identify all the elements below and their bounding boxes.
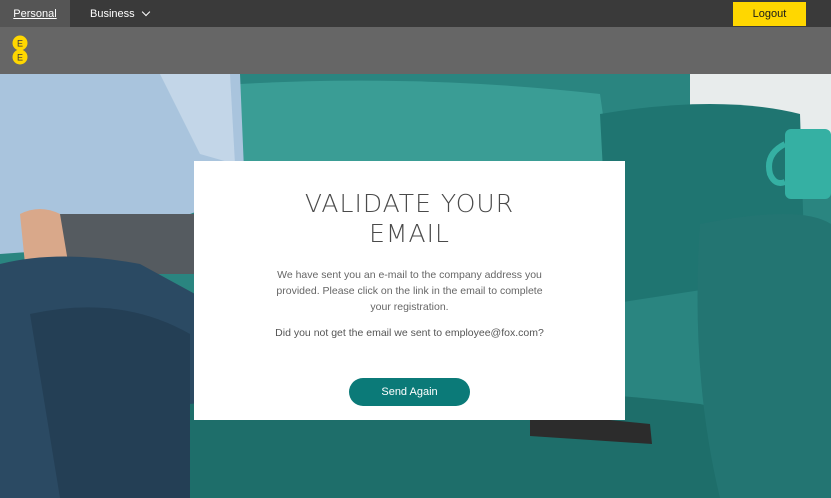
svg-text:E: E	[17, 39, 23, 49]
tab-business[interactable]: Business	[90, 0, 150, 27]
tab-personal[interactable]: Personal	[0, 0, 70, 27]
validate-email-card: VALIDATE YOUR EMAIL We have sent you an …	[194, 161, 625, 420]
ee-logo-icon[interactable]: E E	[10, 35, 30, 67]
send-again-label: Send Again	[381, 386, 438, 398]
tab-personal-label: Personal	[13, 7, 57, 20]
site-header: E E	[0, 27, 831, 74]
logout-button[interactable]: Logout	[733, 2, 806, 26]
top-navigation-bar: Personal Business Logout	[0, 0, 831, 27]
send-again-button[interactable]: Send Again	[349, 378, 470, 406]
resend-question: Did you not get the email we sent to emp…	[275, 327, 544, 339]
chevron-down-icon	[141, 7, 150, 16]
tab-business-label: Business	[90, 7, 135, 20]
svg-text:E: E	[17, 53, 23, 63]
validation-message: We have sent you an e-mail to the compan…	[276, 269, 543, 313]
logout-label: Logout	[752, 8, 787, 20]
page-title: VALIDATE YOUR EMAIL	[304, 189, 515, 248]
